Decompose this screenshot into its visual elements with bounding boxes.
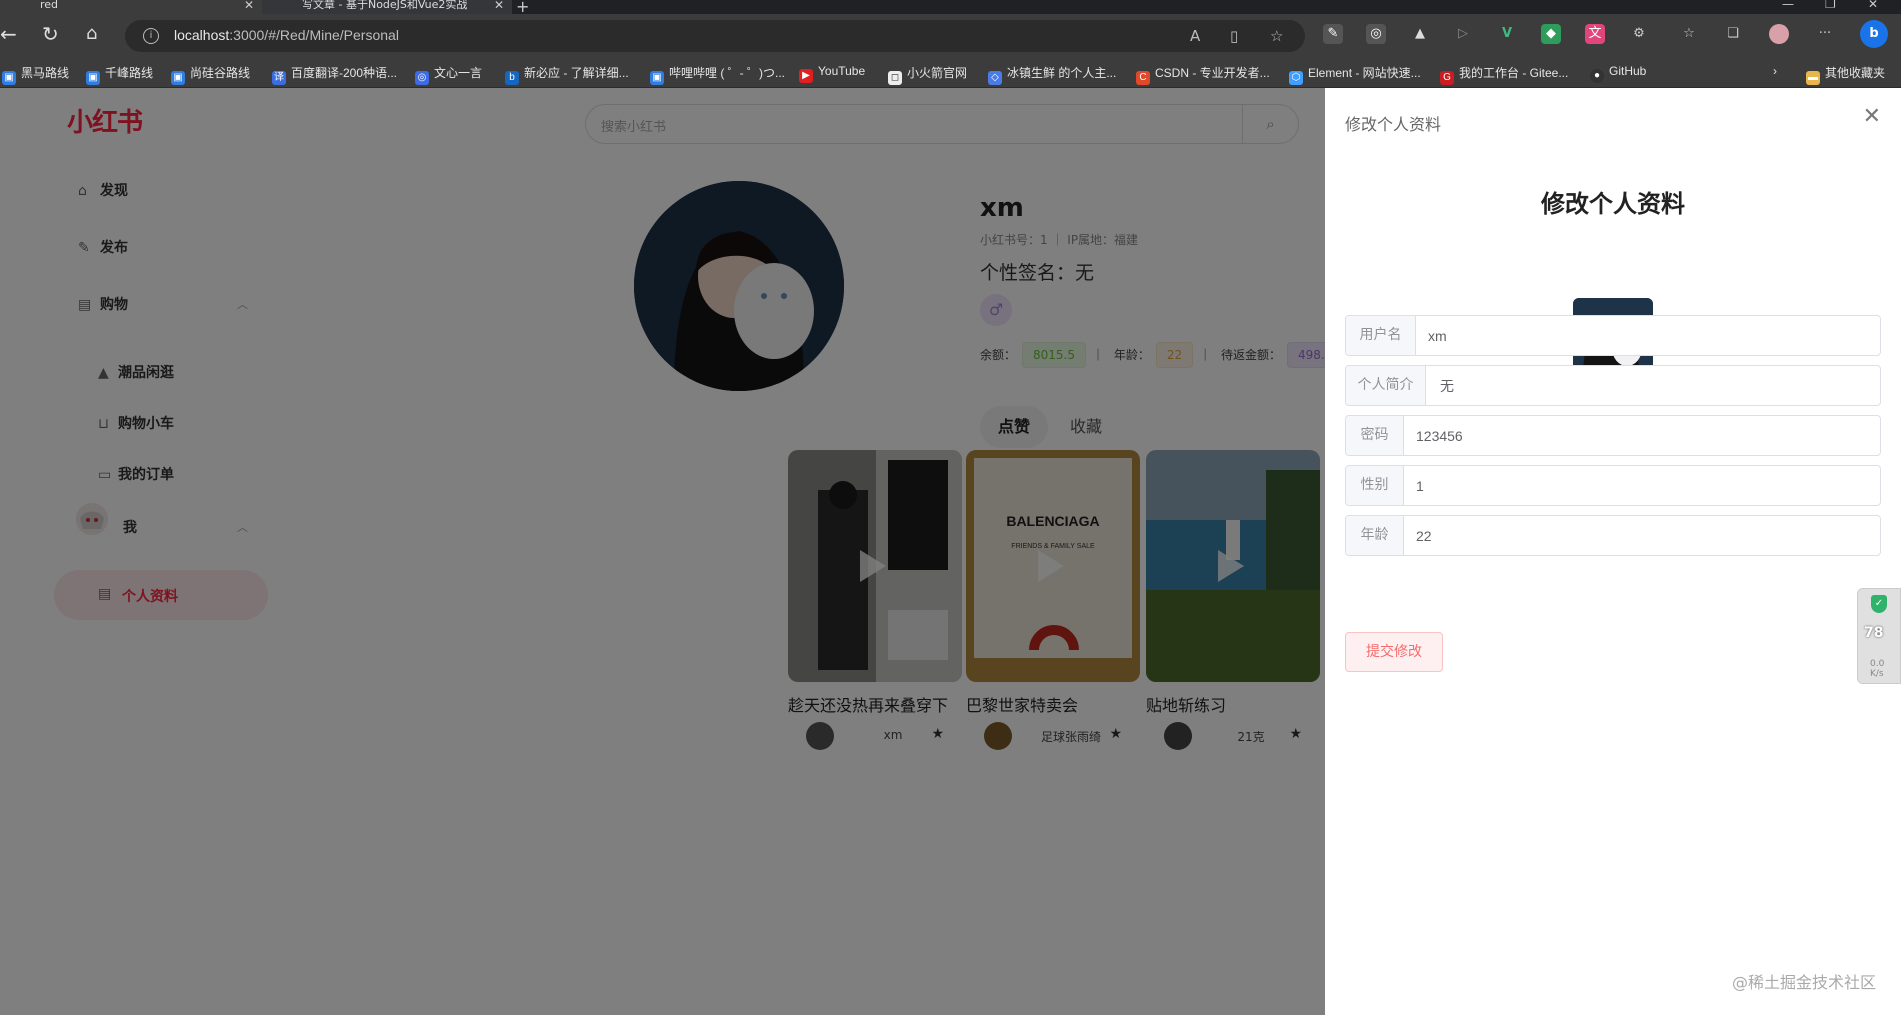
favorites-icon[interactable]: ☆ xyxy=(1679,24,1699,44)
bookmark-item[interactable]: ◻ 小火箭官网 xyxy=(888,64,967,85)
bookmarks-bar: ▣ 黑马路线 ▣ 千峰路线 ▣ 尚硅谷路线 译百度翻译-200种语... ◎ 文心一言 … xyxy=(0,58,1901,88)
minimize-icon[interactable]: — xyxy=(1782,0,1794,11)
bookmark-folder[interactable]: ▬ 其他收藏夹 xyxy=(1806,64,1885,85)
collections-icon[interactable]: ❏ xyxy=(1723,24,1743,44)
close-tab-icon[interactable]: ✕ xyxy=(494,0,504,11)
reload-icon[interactable]: ↻ xyxy=(42,24,59,44)
home-icon[interactable]: ⌂ xyxy=(86,24,97,44)
age-input[interactable] xyxy=(1416,516,1866,555)
speed-score: 78 xyxy=(1864,625,1884,641)
extensions-icon[interactable]: ⚙ xyxy=(1629,24,1649,44)
field-label: 用户名 xyxy=(1346,316,1416,355)
bookmark-item[interactable]: ▶ YouTube xyxy=(799,64,865,83)
maximize-icon[interactable]: ❐ xyxy=(1825,0,1836,11)
favorite-star-icon[interactable]: ☆ xyxy=(1270,27,1283,45)
bookmark-item[interactable]: ⬡ Element - 网站快速... xyxy=(1289,64,1421,85)
site-info-icon[interactable]: i xyxy=(143,28,159,44)
read-aloud-icon[interactable]: A xyxy=(1190,27,1200,45)
profile-avatar-icon[interactable] xyxy=(1769,24,1789,44)
bookmark-item[interactable]: b 新必应 - 了解详细... xyxy=(505,64,629,85)
close-window-icon[interactable]: ✕ xyxy=(1868,0,1878,11)
close-tab-icon[interactable]: ✕ xyxy=(244,0,254,11)
bookmark-item[interactable]: ◎ 文心一言 xyxy=(415,64,482,85)
back-icon[interactable]: ← xyxy=(0,24,17,44)
bio-field: 个人简介 xyxy=(1345,365,1881,406)
shield-icon: ✓ xyxy=(1871,595,1887,613)
drawer-title: 修改个人资料 xyxy=(1541,190,1685,218)
extension-icon[interactable]: ▷ xyxy=(1453,24,1473,44)
bookmark-item[interactable]: G 我的工作台 - Gitee... xyxy=(1440,64,1568,85)
watermark: @稀土掘金技术社区 xyxy=(1731,973,1876,992)
bookmark-item[interactable]: ▣ 黑马路线 xyxy=(2,64,69,85)
browser-tab[interactable]: red ✕ xyxy=(0,0,262,14)
bing-icon[interactable]: b xyxy=(1860,20,1888,48)
password-input[interactable] xyxy=(1416,416,1866,455)
gender-field: 性别 xyxy=(1345,465,1881,506)
username-field: 用户名 xyxy=(1345,315,1881,356)
extension-icon[interactable]: ◎ xyxy=(1366,24,1386,44)
browser-tab[interactable]: 写文章 - 基于NodeJS和Vue2实战 ✕ xyxy=(262,0,512,14)
split-screen-icon[interactable]: ▯ xyxy=(1230,27,1238,45)
tab-label: 写文章 - 基于NodeJS和Vue2实战 xyxy=(302,0,468,11)
age-field: 年龄 xyxy=(1345,515,1881,556)
drawer-header: 修改个人资料 xyxy=(1345,115,1442,134)
modal-overlay[interactable] xyxy=(0,88,1325,1015)
field-label: 年龄 xyxy=(1346,516,1404,555)
bookmark-item[interactable]: ◇ 冰镇生鲜 的个人主... xyxy=(988,64,1116,85)
bookmark-item[interactable]: C CSDN - 专业开发者... xyxy=(1136,64,1270,85)
address-bar[interactable]: i localhost:3000/#/Red/Mine/Personal A ▯… xyxy=(125,20,1305,52)
speed-unit: K/s xyxy=(1870,669,1884,679)
close-icon[interactable]: ✕ xyxy=(1863,104,1881,129)
username-input[interactable] xyxy=(1428,316,1868,355)
field-label: 个人简介 xyxy=(1346,366,1426,405)
field-label: 密码 xyxy=(1346,416,1404,455)
extension-icon[interactable]: ◆ xyxy=(1541,24,1561,44)
bookmark-item[interactable]: ▣ 哔哩哔哩 ( ゜- ゜)つ... xyxy=(650,64,785,85)
password-field: 密码 xyxy=(1345,415,1881,456)
bookmark-item[interactable]: ● GitHub xyxy=(1590,64,1646,83)
browser-tab-bar: red ✕ 写文章 - 基于NodeJS和Vue2实战 ✕ + — ❐ ✕ xyxy=(0,0,1901,16)
more-icon[interactable]: ··· xyxy=(1815,24,1835,44)
gender-input[interactable] xyxy=(1416,466,1866,505)
bookmarks-overflow-icon[interactable]: › xyxy=(1773,64,1777,78)
vue-devtools-icon[interactable]: V xyxy=(1497,24,1517,44)
upload-speed: 0.0 xyxy=(1870,659,1885,669)
network-speed-widget[interactable]: ✓ 78 0.0 K/s xyxy=(1857,588,1901,684)
url-text: localhost:3000/#/Red/Mine/Personal xyxy=(174,27,399,43)
translate-icon[interactable]: 文 xyxy=(1585,24,1605,44)
bookmark-item[interactable]: ▣ 尚硅谷路线 xyxy=(171,64,250,85)
tab-label: red xyxy=(40,0,59,11)
bookmark-item[interactable]: ▣ 千峰路线 xyxy=(86,64,153,85)
extension-icon[interactable]: ✎ xyxy=(1323,24,1343,44)
browser-toolbar: ← ↻ ⌂ i localhost:3000/#/Red/Mine/Person… xyxy=(0,14,1901,58)
extension-icon[interactable]: ▲ xyxy=(1410,24,1430,44)
submit-button[interactable]: 提交修改 xyxy=(1345,632,1443,672)
field-label: 性别 xyxy=(1346,466,1404,505)
bookmark-item[interactable]: 译百度翻译-200种语... xyxy=(272,64,397,85)
bio-input[interactable] xyxy=(1440,366,1870,405)
edit-profile-drawer: 修改个人资料 ✕ 修改个人资料 用户名 个人简介 密码 性别 年龄 提交修改 @… xyxy=(1325,88,1901,1015)
